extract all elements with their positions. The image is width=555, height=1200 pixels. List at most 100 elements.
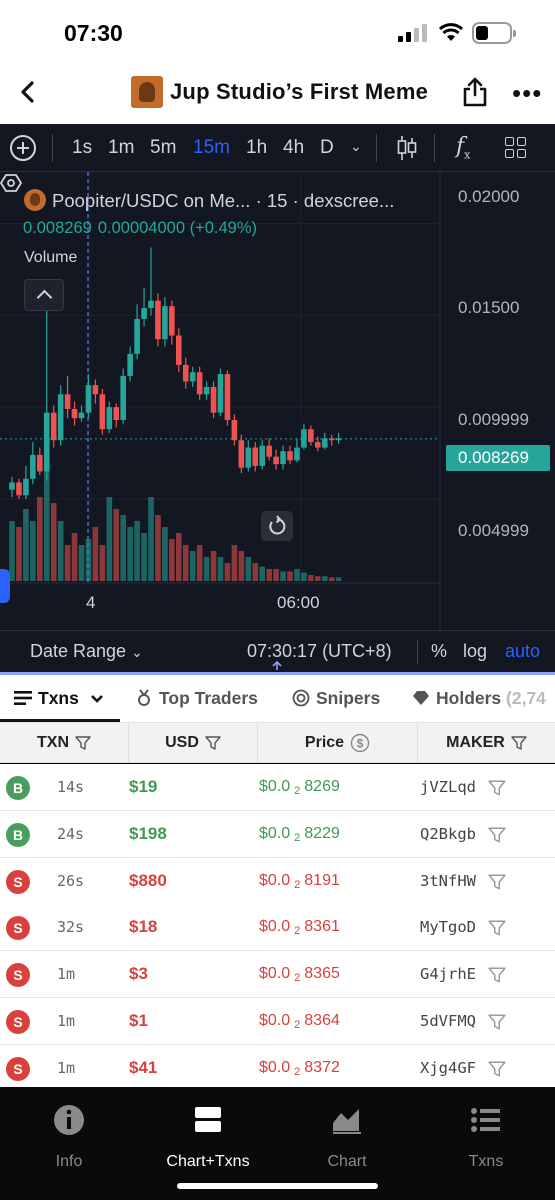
last-price-tag: 0.008269: [446, 445, 550, 471]
price-chart[interactable]: Poopiter/USDC on Me... · 15 · dexscree..…: [0, 172, 555, 630]
table-row[interactable]: B 24s $198 $0.0 2 8229 Q2Bkgb: [0, 810, 555, 858]
split-view-icon: [195, 1107, 221, 1132]
candle-body: [78, 412, 85, 419]
table-row[interactable]: S 26s $880 $0.0 2 8191 3tNfHW: [0, 857, 555, 905]
dollar-toggle-icon[interactable]: $: [350, 733, 370, 753]
tab-holders[interactable]: Holders (2,74: [412, 688, 546, 709]
price-digits: 8191: [304, 871, 340, 889]
candle-body: [64, 394, 71, 409]
txn-price: $0.0 2 8364: [259, 1012, 340, 1031]
log-scale-toggle[interactable]: log: [463, 641, 487, 662]
toolbar-divider: [417, 640, 418, 664]
volume-bar: [64, 545, 71, 581]
price-digits: 8364: [304, 1012, 340, 1029]
tab-txns-label: Txns: [38, 688, 79, 708]
filter-icon[interactable]: [205, 735, 221, 751]
timeframe-d[interactable]: D: [320, 137, 334, 159]
indicators-fx-icon[interactable]: fx: [456, 134, 470, 161]
table-row[interactable]: S 1m $3 $0.0 2 8365 G4jrhE: [0, 951, 555, 999]
txn-maker[interactable]: G4jrhE: [420, 965, 476, 983]
volume-bar: [92, 527, 99, 581]
candle-body: [71, 408, 78, 419]
chart-settings-icon[interactable]: [0, 172, 22, 194]
txn-maker[interactable]: Xjg4GF: [420, 1059, 476, 1077]
candle-body: [23, 478, 29, 496]
volume-bar: [252, 563, 259, 581]
txn-usd: $880: [129, 870, 167, 890]
table-row[interactable]: S 32s $18 $0.0 2 8361 MyTgoD: [0, 904, 555, 952]
txn-table-header: TXN USD Price $ MAKER: [0, 723, 555, 763]
filter-icon[interactable]: [488, 1013, 506, 1031]
txn-maker[interactable]: 5dVFMQ: [420, 1012, 476, 1030]
column-header-price[interactable]: Price $: [258, 723, 418, 763]
tab-snipers[interactable]: Snipers: [292, 688, 380, 709]
price-digits: 8229: [304, 824, 340, 842]
txn-maker[interactable]: MyTgoD: [420, 918, 476, 936]
candle-type-icon[interactable]: [397, 135, 417, 161]
table-row[interactable]: S 1m $41 $0.0 2 8372 Xjg4GF: [0, 1044, 555, 1092]
filter-icon[interactable]: [75, 735, 91, 751]
toolbar-divider: [52, 134, 53, 162]
txn-maker[interactable]: Q2Bkgb: [420, 825, 476, 843]
volume-bar: [321, 576, 328, 581]
txn-usd: $41: [129, 1057, 158, 1077]
chevron-down-icon: [90, 695, 103, 703]
filter-icon[interactable]: [511, 735, 527, 751]
medal-icon: [138, 689, 150, 706]
txn-maker[interactable]: 3tNfHW: [420, 872, 476, 890]
volume-bar: [259, 566, 265, 581]
layout-grid-icon[interactable]: [505, 137, 527, 159]
table-row[interactable]: S 1m $1 $0.0 2 8364 5dVFMQ: [0, 998, 555, 1045]
candlestick-chart[interactable]: [0, 172, 555, 630]
collapse-legend-button[interactable]: [24, 279, 64, 311]
txn-side-badge: B: [6, 776, 30, 800]
txn-age: 1m: [57, 1058, 76, 1077]
side-panel-handle[interactable]: [0, 569, 10, 603]
column-header-usd[interactable]: USD: [129, 723, 258, 763]
date-range-selector[interactable]: Date Range ⌄: [30, 641, 143, 662]
chevron-down-icon[interactable]: ⌄: [350, 138, 362, 155]
status-time: 07:30: [64, 20, 123, 46]
txn-age: 26s: [57, 871, 85, 890]
filter-icon[interactable]: [488, 826, 506, 844]
volume-bar: [162, 527, 168, 581]
back-arrow-icon[interactable]: [14, 77, 44, 107]
volume-bar: [127, 527, 133, 581]
timeframe-1h[interactable]: 1h: [246, 137, 267, 159]
candle-body: [85, 385, 92, 413]
filter-icon[interactable]: [488, 779, 506, 797]
percent-scale-toggle[interactable]: %: [431, 641, 447, 662]
timeframe-15m[interactable]: 15m: [193, 137, 230, 159]
chart-clock[interactable]: 07:30:17 (UTC+8): [247, 641, 392, 662]
txn-usd: $198: [129, 823, 167, 843]
tab-top-traders[interactable]: Top Traders: [135, 688, 258, 709]
volume-bar: [169, 539, 175, 581]
timeframe-5m[interactable]: 5m: [150, 137, 176, 159]
price-axis-label: 0.004999: [458, 521, 529, 540]
status-bar: 07:30: [0, 0, 555, 62]
date-range-label: Date Range: [30, 641, 127, 661]
column-header-maker[interactable]: MAKER: [418, 723, 555, 763]
filter-icon[interactable]: [488, 873, 506, 891]
auto-scale-toggle[interactable]: auto: [505, 641, 540, 662]
tab-txns[interactable]: Txns: [14, 688, 104, 709]
filter-icon[interactable]: [488, 966, 506, 984]
timeframe-1s[interactable]: 1s: [72, 137, 92, 159]
volume-bar: [245, 557, 252, 581]
candle-body: [315, 442, 321, 448]
add-indicator-icon[interactable]: [10, 135, 36, 161]
column-header-txn[interactable]: TXN: [0, 723, 129, 763]
table-row[interactable]: B 14s $19 $0.0 2 8269 jVZLqd: [0, 764, 555, 811]
filter-icon[interactable]: [488, 919, 506, 937]
volume-bar: [224, 563, 231, 581]
more-options-icon[interactable]: •••: [512, 80, 542, 106]
timeframe-4h[interactable]: 4h: [283, 137, 304, 159]
timeframe-1m[interactable]: 1m: [108, 137, 134, 159]
filter-icon[interactable]: [488, 1060, 506, 1078]
txn-side-badge: S: [6, 1056, 30, 1081]
volume-bar: [266, 569, 272, 581]
candle-body: [196, 372, 203, 395]
txn-maker[interactable]: jVZLqd: [420, 778, 476, 796]
share-icon[interactable]: [461, 76, 489, 108]
reset-chart-button[interactable]: [261, 511, 293, 541]
